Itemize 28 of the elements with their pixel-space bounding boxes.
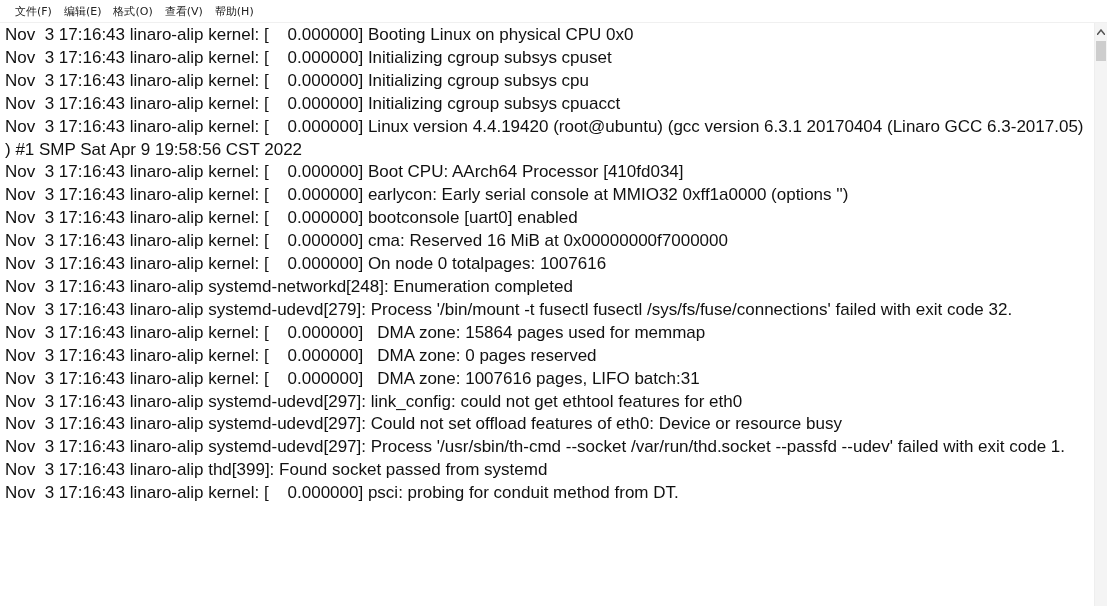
log-line: Nov 3 17:16:43 linaro-alip kernel: [ 0.000000] bootconsole [uart0] enabled — [5, 207, 579, 230]
log-line: Nov 3 17:16:43 linaro-alip kernel: [ 0.000000] Initializing cgroup subsys cpuset — [5, 46, 613, 69]
scroll-thumb[interactable] — [1096, 41, 1106, 61]
log-line: Nov 3 17:16:43 linaro-alip kernel: [ 0.000000] psci: probing for conduit method from DT. — [5, 482, 680, 505]
menu-item[interactable]: 查看(V) — [164, 3, 203, 19]
log-line: Nov 3 17:16:43 linaro-alip kernel: [ 0.000000] Booting Linux on physical CPU 0x0 — [5, 24, 635, 46]
log-line: Nov 3 17:16:43 linaro-alip thd[399]: Found socket passed from systemd — [5, 459, 549, 482]
log-line: Nov 3 17:16:43 linaro-alip kernel: [ 0.000000] DMA zone: 15864 pages used for memmap — [5, 321, 707, 344]
scrollbar[interactable] — [1094, 23, 1107, 606]
log-line: Nov 3 17:16:43 linaro-alip systemd-networkd[248]: Enumeration completed — [5, 275, 574, 298]
log-line: Nov 3 17:16:43 linaro-alip systemd-udevd[279]: Process '/bin/mount -t fusectl fusectl /sys/fs/fuse/connections' failed with exit code 32. — [5, 298, 1014, 321]
log-line: Nov 3 17:16:43 linaro-alip systemd-udevd[297]: link_config: could not get ethtool features for eth0 — [5, 390, 744, 413]
log-line: Nov 3 17:16:43 linaro-alip kernel: [ 0.000000] Boot CPU: AArch64 Processor [410fd034] — [5, 161, 685, 184]
log-line: Nov 3 17:16:43 linaro-alip kernel: [ 0.000000] DMA zone: 1007616 pages, LIFO batch:31 — [5, 367, 701, 390]
scroll-up-icon[interactable] — [1097, 29, 1105, 35]
log-line: Nov 3 17:16:43 linaro-alip kernel: [ 0.000000] earlycon: Early serial console at MMIO32 0xff1a0000 (options '') — [5, 184, 850, 207]
log-line: Nov 3 17:16:43 linaro-alip kernel: [ 0.000000] cma: Reserved 16 MiB at 0x00000000f7000000 — [5, 230, 729, 253]
log-line: Nov 3 17:16:43 linaro-alip kernel: [ 0.000000] Initializing cgroup subsys cpuacct — [5, 92, 622, 115]
log-line: Nov 3 17:16:43 linaro-alip kernel: [ 0.000000] Initializing cgroup subsys cpu — [5, 69, 590, 92]
log-line: Nov 3 17:16:43 linaro-alip systemd-udevd[297]: Process '/usr/sbin/th-cmd --socket /var/run/thd.socket --passfd --udev' failed with exit code 1. — [5, 436, 1067, 459]
menu-item[interactable]: 帮助(H) — [214, 3, 254, 19]
menu-item[interactable]: 编辑(E) — [63, 3, 102, 19]
log-line: Nov 3 17:16:43 linaro-alip kernel: [ 0.000000] Linux version 4.4.19420 (root@ubuntu) (gcc version 6.3.1 20170404 (Linaro GCC 6.3-2017.05) ) #1 SMP Sat Apr 9 19:58:56 CST 2022 — [5, 115, 1085, 161]
log-line: Nov 3 17:16:43 linaro-alip kernel: [ 0.000000] On node 0 totalpages: 1007616 — [5, 253, 608, 276]
menu-item[interactable]: 格式(O) — [113, 3, 153, 19]
log-line: Nov 3 17:16:43 linaro-alip systemd-udevd[297]: Could not set offload features of eth0: Device or resource busy — [5, 413, 843, 436]
menu-item[interactable]: 文件(F) — [15, 3, 52, 19]
log-line: Nov 3 17:16:43 linaro-alip kernel: [ 0.000000] DMA zone: 0 pages reserved — [5, 344, 598, 367]
